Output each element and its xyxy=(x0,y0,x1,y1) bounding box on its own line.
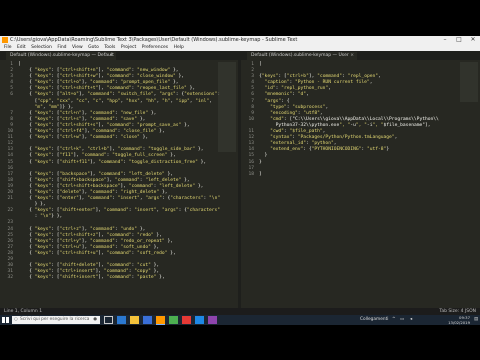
code-line[interactable]: 32 { "keys": ["shift+insert"], "command"… xyxy=(0,275,238,281)
menu-bar: File Edit Selection Find View Goto Tools… xyxy=(0,44,480,51)
sublime-taskbar-icon[interactable] xyxy=(156,316,165,325)
windows-start-icon[interactable] xyxy=(2,317,9,323)
edge-browser-icon[interactable] xyxy=(117,316,126,324)
right-code-view[interactable]: 1[2 3 {"keys": ["ctrl+b"], "command": "rep… xyxy=(241,62,480,308)
tab-default-keymap[interactable]: Default (Windows).sublime-keymap — Defau… xyxy=(6,52,116,60)
notifications-icon[interactable]: ▤ xyxy=(474,315,478,325)
menu-tools[interactable]: Tools xyxy=(104,45,115,50)
tray-links-label[interactable]: Collegamenti xyxy=(360,315,388,325)
menu-selection[interactable]: Selection xyxy=(31,45,52,50)
windows-taskbar: ○ Scrivi qui per eseguire la ricerca ● C… xyxy=(0,315,480,325)
search-placeholder: Scrivi qui per eseguire la ricerca xyxy=(20,317,90,322)
code-text: ] xyxy=(259,171,262,177)
sublime-app-icon xyxy=(2,37,8,43)
line-number: 18 xyxy=(248,171,254,177)
menu-preferences[interactable]: Preferences xyxy=(142,45,168,50)
left-minimap[interactable] xyxy=(218,62,236,152)
network-icon[interactable]: ▭ xyxy=(400,315,404,325)
search-icon: ○ xyxy=(14,317,18,322)
tab-label: Default (Windows).sublime-keymap — User xyxy=(251,53,349,58)
menu-file[interactable]: File xyxy=(4,45,12,50)
left-tab-strip: Default (Windows).sublime-keymap — Defau… xyxy=(0,51,238,60)
code-text: { "keys": ["shift+insert"], "command": "… xyxy=(18,275,165,281)
taskbar-clock[interactable]: 09:37 13/02/2019 xyxy=(448,315,470,325)
microphone-icon[interactable]: ● xyxy=(93,316,97,324)
tab-label: Default (Windows).sublime-keymap — Defau… xyxy=(10,53,114,58)
status-bar: Line 1, Column 1 Tab Size: 4 JSON xyxy=(0,308,480,315)
line-number: 32 xyxy=(7,275,13,281)
menu-edit[interactable]: Edit xyxy=(17,45,26,50)
syntax-indicator[interactable]: Tab Size: 4 JSON xyxy=(439,308,476,315)
tab-user-keymap[interactable]: Default (Windows).sublime-keymap — User … xyxy=(247,52,357,60)
clock-date: 13/02/2019 xyxy=(448,319,470,325)
menu-view[interactable]: View xyxy=(72,45,83,50)
file-explorer-icon[interactable] xyxy=(130,316,139,324)
task-view-icon[interactable] xyxy=(104,316,113,324)
left-editor-pane[interactable]: Default (Windows).sublime-keymap — Defau… xyxy=(0,51,238,308)
app-icon[interactable] xyxy=(169,316,178,324)
menu-find[interactable]: Find xyxy=(57,45,66,50)
menu-help[interactable]: Help xyxy=(174,45,184,50)
menu-project[interactable]: Project xyxy=(121,45,136,50)
minimize-button[interactable]: – xyxy=(438,36,452,44)
editor-area: Default (Windows).sublime-keymap — Defau… xyxy=(0,51,480,308)
close-window-button[interactable]: ✕ xyxy=(466,36,480,44)
right-tab-strip: Default (Windows).sublime-keymap — User … xyxy=(241,51,480,60)
right-editor-pane[interactable]: Default (Windows).sublime-keymap — User … xyxy=(241,51,480,308)
taskbar-search-box[interactable]: ○ Scrivi qui per eseguire la ricerca ● xyxy=(12,316,100,324)
desktop-screen: C:\Users\giova\AppData\Roaming\Sublime T… xyxy=(0,36,480,325)
left-code-view[interactable]: 1[2 { "keys": ["ctrl+shift+n"], "command… xyxy=(0,62,238,308)
app-icon[interactable] xyxy=(182,316,191,324)
app-icon[interactable] xyxy=(195,316,204,324)
store-icon[interactable] xyxy=(143,316,152,324)
code-line[interactable]: 18] xyxy=(241,172,480,178)
menu-goto[interactable]: Goto xyxy=(88,45,99,50)
cursor-position: Line 1, Column 1 xyxy=(4,309,43,314)
tray-chevron-icon[interactable]: ^ xyxy=(392,315,396,325)
tab-close-icon[interactable]: × xyxy=(350,52,354,60)
volume-icon[interactable]: ◂ xyxy=(410,315,412,325)
app-icon[interactable] xyxy=(208,316,217,324)
tab-close-icon[interactable]: × xyxy=(109,52,113,60)
title-bar: C:\Users\giova\AppData\Roaming\Sublime T… xyxy=(0,36,480,44)
maximize-button[interactable]: □ xyxy=(452,36,466,44)
window-title: C:\Users\giova\AppData\Roaming\Sublime T… xyxy=(10,37,298,43)
right-minimap[interactable] xyxy=(460,62,478,102)
